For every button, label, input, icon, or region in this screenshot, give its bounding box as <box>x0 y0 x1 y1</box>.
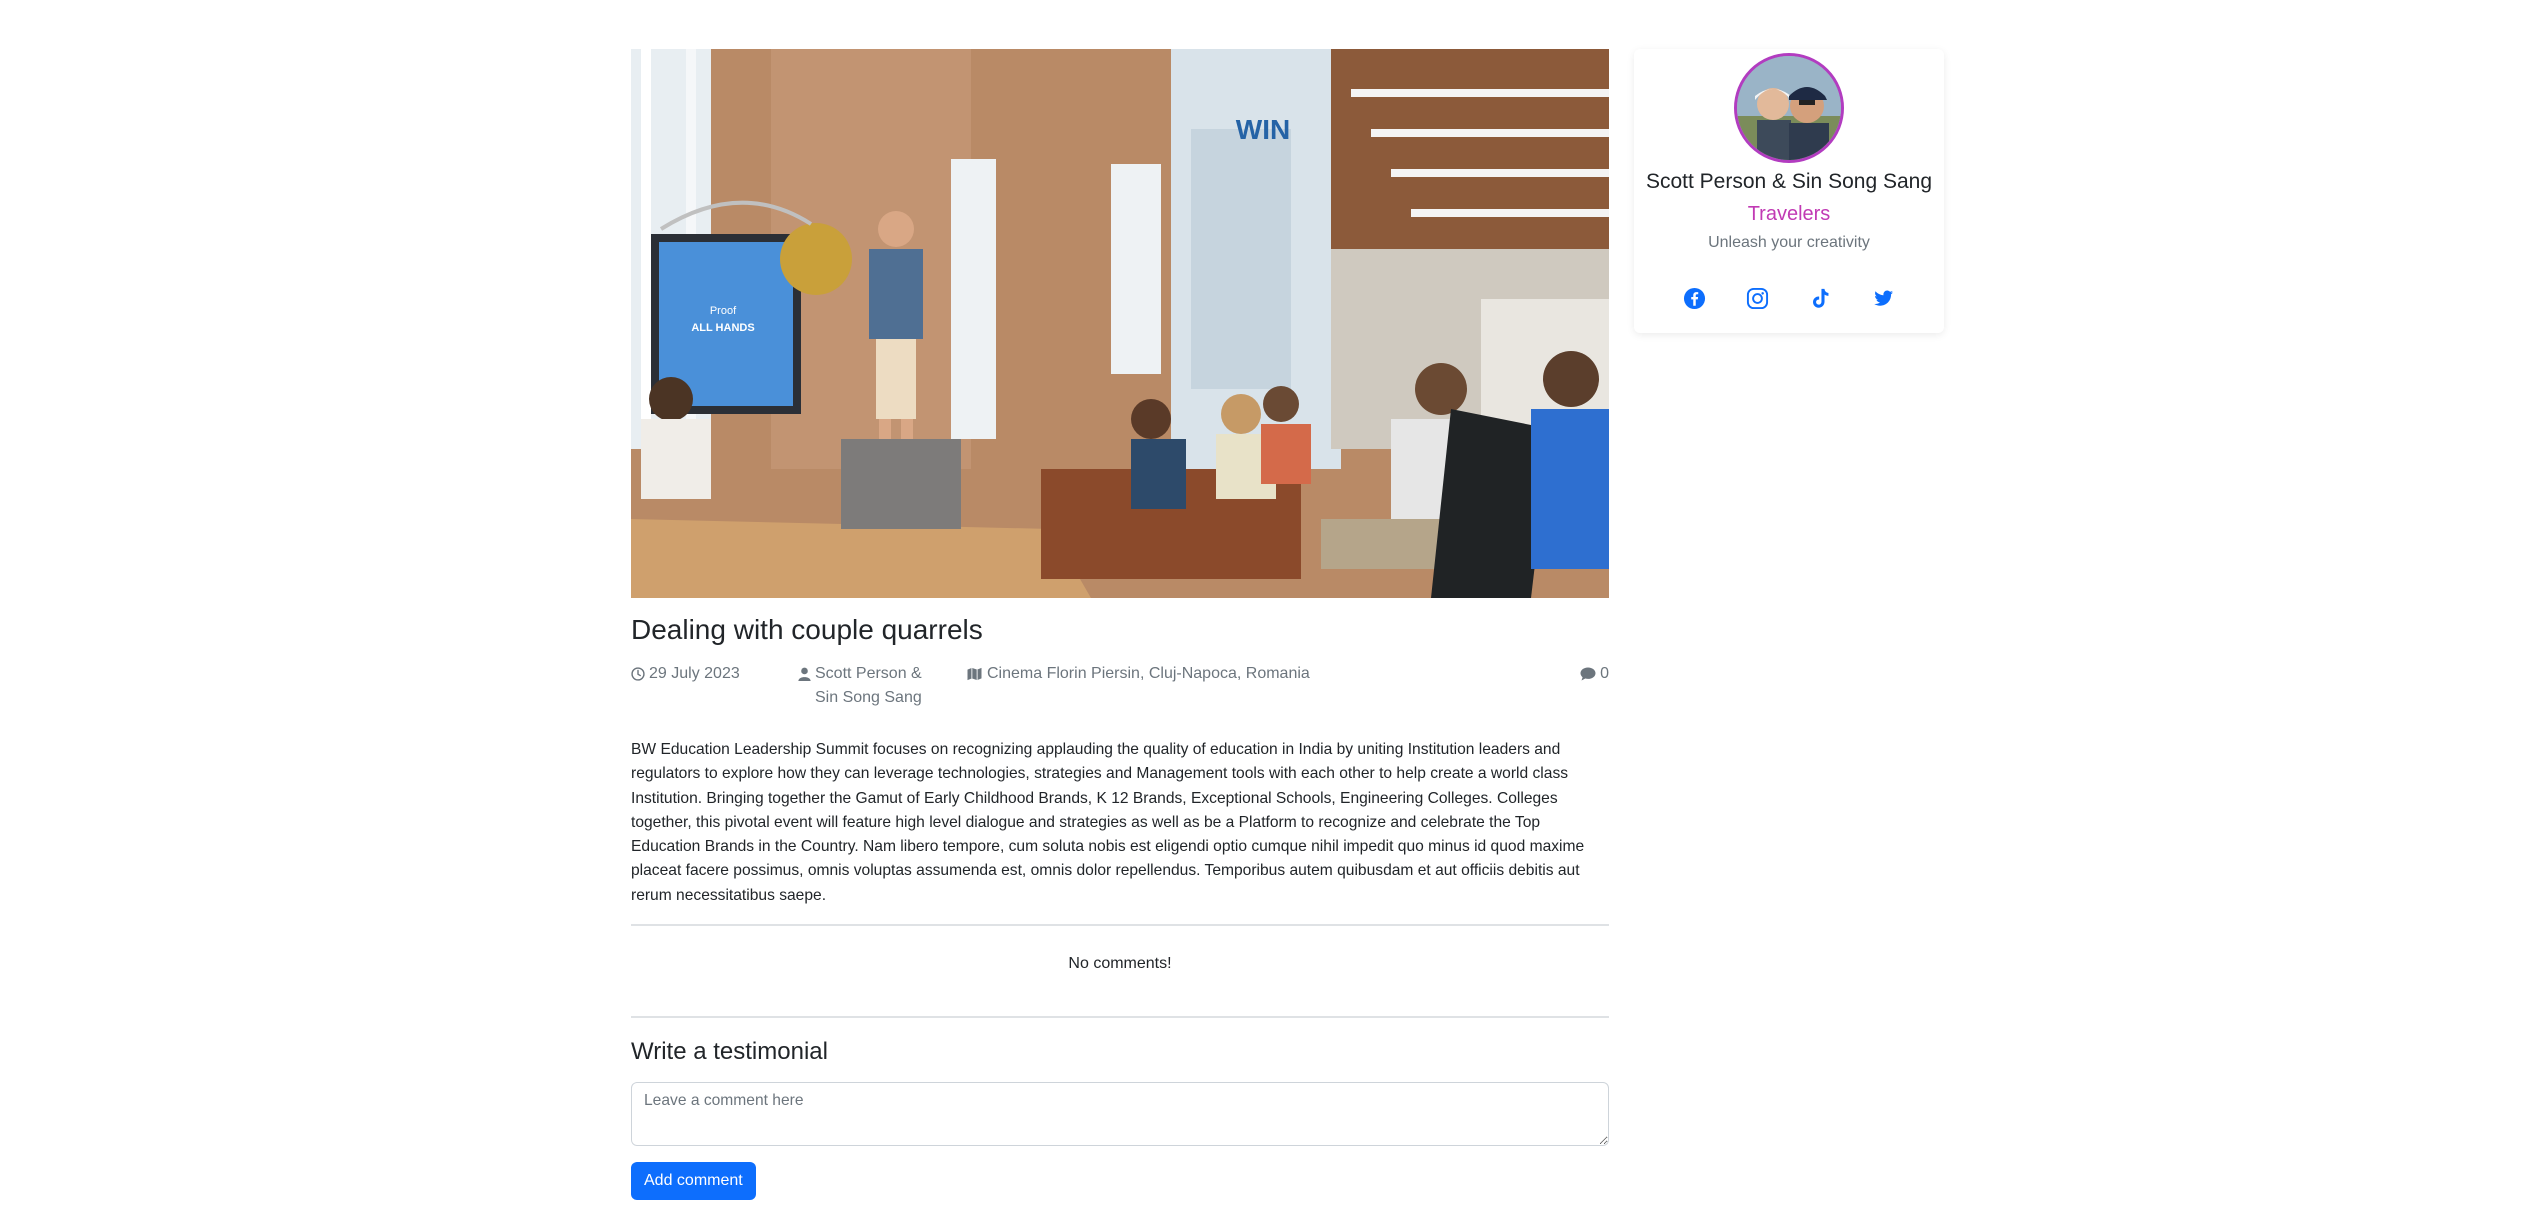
article: Proof ALL HANDS WIN Dealing with couple … <box>631 49 1609 1200</box>
comment-icon <box>1580 667 1596 681</box>
tiktok-icon[interactable] <box>1809 287 1832 310</box>
profile-name: Scott Person & Sin Song Sang <box>1645 170 1932 193</box>
article-date-text: 29 July 2023 <box>649 665 740 682</box>
article-comment-count-text: 0 <box>1600 665 1609 682</box>
screen-text-all-hands: ALL HANDS <box>691 322 754 334</box>
comment-input[interactable] <box>631 1081 1609 1146</box>
article-date: 29 July 2023 <box>631 662 740 686</box>
wall-sign-win: WIN <box>1236 114 1290 145</box>
profile-tagline: Unleash your creativity <box>1708 234 1870 251</box>
social-links <box>1634 287 1944 310</box>
article-author-text: Scott Person & Sin Song Sang <box>815 665 922 706</box>
profile-card: Scott Person & Sin Song Sang Travelers U… <box>1634 49 1944 333</box>
article-body: BW Education Leadership Summit focuses o… <box>631 741 1585 904</box>
article-title: Dealing with couple quarrels <box>631 614 983 645</box>
clock-icon <box>631 667 645 681</box>
article-location-text: Cinema Florin Piersin, Cluj-Napoca, Roma… <box>987 665 1310 682</box>
article-location: Cinema Florin Piersin, Cluj-Napoca, Roma… <box>966 662 1310 686</box>
facebook-icon[interactable] <box>1683 287 1706 310</box>
article-meta: 29 July 2023 Scott Person & Sin Song San… <box>631 662 1609 714</box>
profile-role: Travelers <box>1747 203 1831 225</box>
instagram-icon[interactable] <box>1746 287 1769 310</box>
article-comment-count: 0 <box>1580 662 1609 686</box>
user-icon <box>798 667 811 681</box>
twitter-icon[interactable] <box>1872 287 1895 310</box>
article-author: Scott Person & Sin Song Sang <box>798 662 938 710</box>
avatar <box>1734 53 1844 163</box>
page: Proof ALL HANDS WIN Dealing with couple … <box>0 0 2542 1220</box>
testimonial-heading: Write a testimonial <box>631 1037 828 1065</box>
screen-text-proof: Proof <box>710 305 737 317</box>
article-hero-image: Proof ALL HANDS WIN <box>631 49 1609 598</box>
no-comments-message: No comments! <box>1068 954 1172 972</box>
map-icon <box>967 667 982 681</box>
add-comment-button[interactable]: Add comment <box>631 1161 756 1200</box>
divider <box>631 1015 1609 1018</box>
